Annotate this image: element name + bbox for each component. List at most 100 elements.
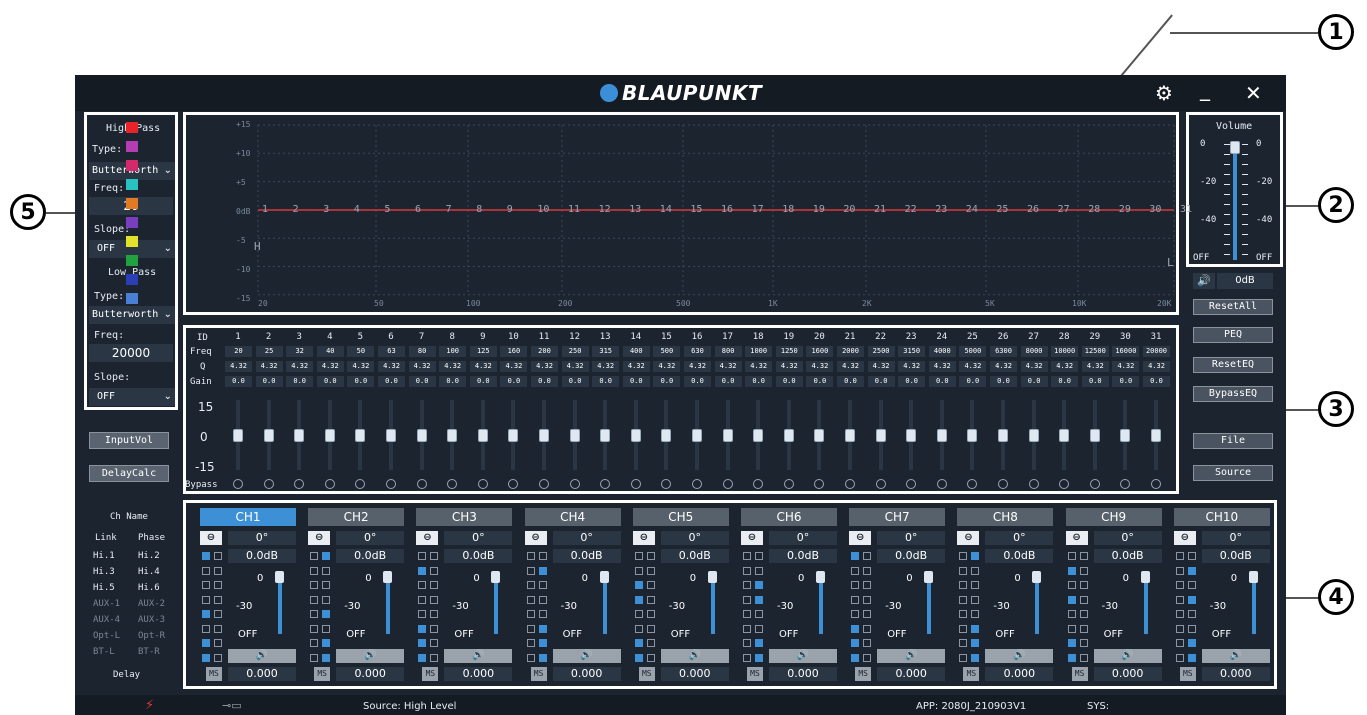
- channel-route-checkbox[interactable]: [202, 624, 210, 633]
- channel-route-checkbox[interactable]: [322, 610, 331, 618]
- eq-band-bypass-toggle[interactable]: [1028, 479, 1039, 489]
- eq-band-gain[interactable]: 0.0: [286, 376, 314, 387]
- channel-route-checkbox[interactable]: [646, 624, 655, 633]
- source-button[interactable]: Source: [1193, 465, 1273, 481]
- channel-route-checkbox[interactable]: [851, 566, 860, 575]
- channel-route-checkbox[interactable]: [634, 552, 643, 560]
- channel-route-checkbox[interactable]: [959, 653, 968, 662]
- channel-link-icon[interactable]: ⊖: [632, 531, 655, 545]
- eq-band-q[interactable]: 4.32: [378, 361, 405, 372]
- channel-delay[interactable]: 0.000: [985, 667, 1054, 681]
- channel-link-icon[interactable]: ⊖: [524, 531, 547, 545]
- eq-band-fader-knob[interactable]: [263, 429, 274, 442]
- channel-mute-speaker-icon[interactable]: 🔊: [660, 649, 729, 663]
- eq-band-q[interactable]: 4.32: [684, 361, 711, 372]
- channel-route-checkbox[interactable]: [322, 552, 331, 560]
- channel-route-checkbox[interactable]: [418, 595, 427, 604]
- eq-band-q[interactable]: 4.32: [622, 361, 650, 372]
- eq-band-bypass-toggle[interactable]: [630, 479, 641, 489]
- eq-band-freq[interactable]: 80: [408, 346, 436, 357]
- channel-route-checkbox[interactable]: [538, 595, 547, 604]
- channel-route-checkbox[interactable]: [971, 552, 980, 560]
- channel-route-checkbox[interactable]: [322, 639, 331, 647]
- channel-mute-speaker-icon[interactable]: 🔊: [1093, 649, 1162, 663]
- channel-route-checkbox[interactable]: [430, 639, 439, 647]
- channel-ms-toggle[interactable]: MS: [855, 667, 872, 681]
- channel-route-checkbox[interactable]: [418, 624, 427, 633]
- channel-phase[interactable]: 0°: [769, 531, 837, 545]
- eq-band-freq[interactable]: 800: [714, 346, 742, 357]
- channel-route-checkbox[interactable]: [863, 610, 872, 618]
- channel-route-checkbox[interactable]: [743, 610, 751, 618]
- channel-fader-knob[interactable]: [599, 571, 609, 583]
- eq-band-freq[interactable]: 12500: [1081, 346, 1109, 357]
- eq-band-gain[interactable]: 0.0: [898, 376, 926, 387]
- channel-link-icon[interactable]: ⊖: [849, 531, 872, 545]
- channel-route-checkbox[interactable]: [755, 595, 763, 604]
- eq-band-fader-knob[interactable]: [814, 429, 825, 442]
- eq-band-gain[interactable]: 0.0: [622, 376, 650, 387]
- eq-band-gain[interactable]: 0.0: [1051, 376, 1079, 387]
- channel-link-icon[interactable]: ⊖: [308, 531, 331, 545]
- eq-band-gain[interactable]: 0.0: [378, 376, 405, 387]
- eq-band-gain[interactable]: 0.0: [439, 376, 467, 387]
- channel-route-checkbox[interactable]: [1187, 639, 1196, 647]
- channel-route-checkbox[interactable]: [538, 624, 547, 633]
- channel-tab[interactable]: CH6: [741, 508, 837, 526]
- eq-band-fader-knob[interactable]: [906, 429, 917, 442]
- channel-route-checkbox[interactable]: [863, 581, 872, 589]
- channel-route-checkbox[interactable]: [755, 624, 763, 633]
- channel-route-checkbox[interactable]: [851, 581, 860, 589]
- channel-route-checkbox[interactable]: [755, 653, 763, 662]
- eq-band-gain[interactable]: 0.0: [225, 376, 252, 387]
- eq-band-bypass-toggle[interactable]: [692, 479, 702, 489]
- eq-band-gain[interactable]: 0.0: [500, 376, 528, 387]
- channel-route-checkbox[interactable]: [743, 595, 751, 604]
- channel-mute-speaker-icon[interactable]: 🔊: [769, 649, 837, 663]
- channel-route-checkbox[interactable]: [1187, 552, 1196, 560]
- channel-route-checkbox[interactable]: [646, 552, 655, 560]
- eq-band-bypass-toggle[interactable]: [539, 479, 549, 489]
- channel-route-checkbox[interactable]: [743, 566, 751, 575]
- channel-route-checkbox[interactable]: [214, 595, 222, 604]
- channel-delay[interactable]: 0.000: [877, 667, 946, 681]
- eq-band-fader-knob[interactable]: [324, 429, 335, 442]
- channel-route-checkbox[interactable]: [1067, 566, 1076, 575]
- channel-route-checkbox[interactable]: [310, 552, 319, 560]
- channel-route-checkbox[interactable]: [646, 610, 655, 618]
- eq-band-q[interactable]: 4.32: [286, 361, 314, 372]
- eq-band-gain[interactable]: 0.0: [592, 376, 620, 387]
- eq-band-freq[interactable]: 160: [500, 346, 528, 357]
- channel-tab[interactable]: CH2: [308, 508, 405, 526]
- channel-route-checkbox[interactable]: [1067, 610, 1076, 618]
- channel-route-checkbox[interactable]: [1175, 581, 1184, 589]
- eq-band-q[interactable]: 4.32: [1143, 361, 1170, 372]
- eq-band-gain[interactable]: 0.0: [653, 376, 681, 387]
- channel-route-checkbox[interactable]: [755, 581, 763, 589]
- channel-tab[interactable]: CH4: [524, 508, 621, 526]
- eq-band-bypass-toggle[interactable]: [1089, 479, 1100, 489]
- channel-phase[interactable]: 0°: [552, 531, 621, 545]
- channel-mute-speaker-icon[interactable]: 🔊: [1201, 649, 1270, 663]
- channel-delay[interactable]: 0.000: [1093, 667, 1162, 681]
- channel-route-checkbox[interactable]: [214, 552, 222, 560]
- channel-route-checkbox[interactable]: [310, 581, 319, 589]
- eq-band-bypass-toggle[interactable]: [722, 479, 733, 489]
- channel-route-checkbox[interactable]: [959, 624, 968, 633]
- channel-route-checkbox[interactable]: [310, 639, 319, 647]
- channel-route-checkbox[interactable]: [959, 639, 968, 647]
- channel-ms-toggle[interactable]: MS: [638, 667, 655, 681]
- eq-band-bypass-toggle[interactable]: [416, 479, 427, 489]
- channel-route-checkbox[interactable]: [851, 653, 860, 662]
- eq-band-q[interactable]: 4.32: [990, 361, 1017, 372]
- channel-route-checkbox[interactable]: [971, 653, 980, 662]
- eq-band-q[interactable]: 4.32: [592, 361, 620, 372]
- channel-tab[interactable]: CH7: [849, 508, 946, 526]
- channel-route-checkbox[interactable]: [863, 552, 872, 560]
- channel-route-checkbox[interactable]: [526, 624, 535, 633]
- channel-ms-toggle[interactable]: MS: [1071, 667, 1088, 681]
- eq-band-freq[interactable]: 40: [316, 346, 344, 357]
- channel-route-checkbox[interactable]: [1187, 610, 1196, 618]
- channel-route-checkbox[interactable]: [755, 552, 763, 560]
- channel-route-checkbox[interactable]: [202, 653, 210, 662]
